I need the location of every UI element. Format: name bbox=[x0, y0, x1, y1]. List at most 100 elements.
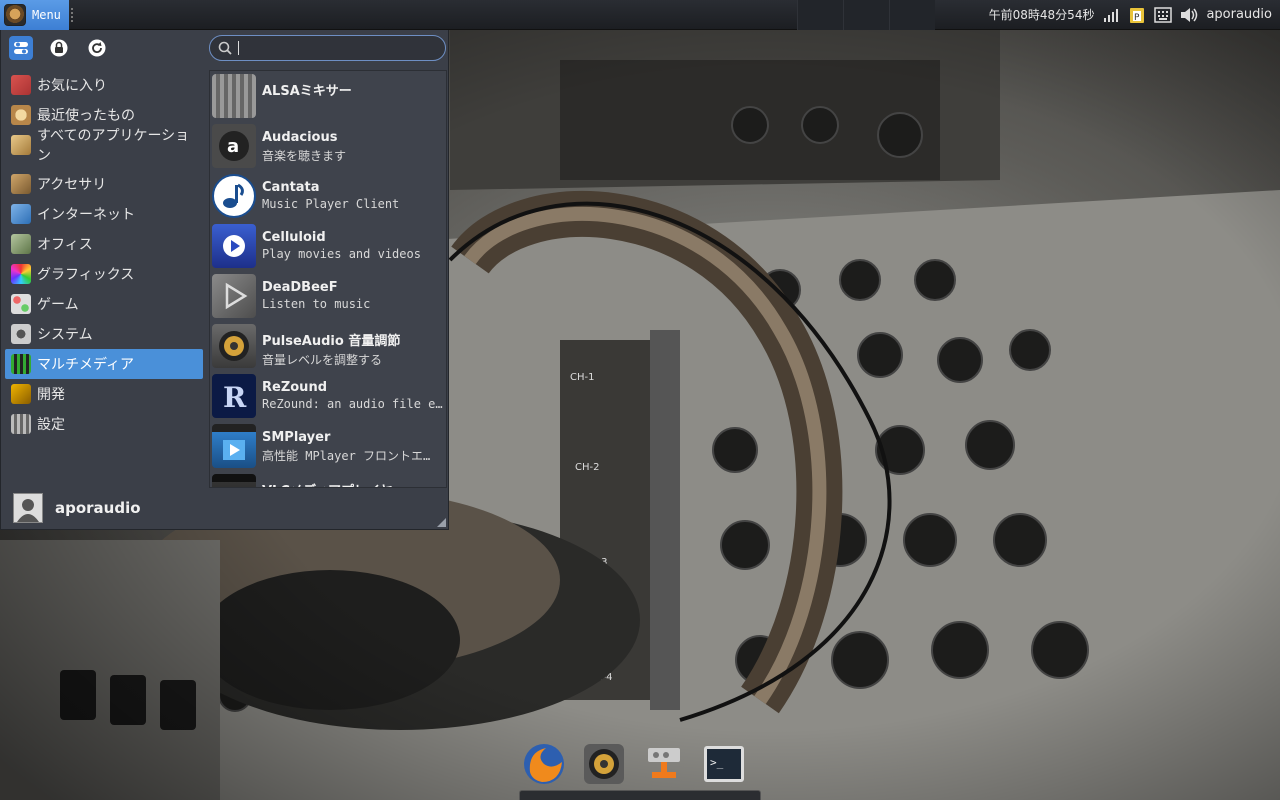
firefox-icon bbox=[524, 744, 564, 784]
speaker-icon bbox=[584, 744, 624, 784]
taskbar-slot[interactable] bbox=[842, 0, 889, 30]
app-rezound[interactable]: R ReZound ReZound: an audio file e… bbox=[210, 371, 446, 421]
svg-text:a: a bbox=[227, 136, 239, 157]
dock-firefox[interactable] bbox=[522, 742, 566, 786]
network-icon bbox=[648, 748, 680, 778]
system-tray: 午前08時48分54秒 P aporaudio bbox=[989, 0, 1280, 30]
clock[interactable]: 午前08時48分54秒 bbox=[989, 6, 1095, 23]
category-label: ゲーム bbox=[37, 297, 79, 313]
app-alsa-mixer[interactable]: ALSAミキサー bbox=[210, 71, 446, 121]
app-smplayer[interactable]: SMPlayer 高性能 MPlayer フロントエ… bbox=[210, 421, 446, 471]
menu-button-label: Menu bbox=[32, 7, 61, 22]
category-label: すべてのアプリケーション bbox=[37, 128, 190, 164]
smplayer-icon bbox=[212, 424, 256, 468]
app-description: 高性能 MPlayer フロントエ… bbox=[262, 449, 431, 463]
app-cantata[interactable]: Cantata Music Player Client bbox=[210, 171, 446, 221]
volume-icon[interactable] bbox=[1180, 6, 1198, 24]
development-icon bbox=[11, 384, 31, 404]
category-label: オフィス bbox=[37, 237, 93, 253]
resize-grip[interactable] bbox=[437, 518, 446, 527]
app-deadbeef[interactable]: DeaDBeeF Listen to music bbox=[210, 271, 446, 321]
dock-terminal[interactable]: >_ bbox=[702, 742, 746, 786]
lock-button[interactable] bbox=[47, 36, 71, 60]
audacious-icon: a bbox=[212, 124, 256, 168]
app-audacious[interactable]: a Audacious 音楽を聴きます bbox=[210, 121, 446, 171]
category-accessories[interactable]: アクセサリ bbox=[5, 169, 203, 199]
cantata-icon bbox=[212, 174, 256, 218]
category-multimedia[interactable]: マルチメディア bbox=[5, 349, 203, 379]
category-system[interactable]: システム bbox=[5, 319, 203, 349]
clipboard-icon[interactable]: P bbox=[1128, 6, 1146, 24]
category-label: 開発 bbox=[37, 387, 65, 403]
app-description: 音楽を聴きます bbox=[262, 149, 347, 163]
app-name: ALSAミキサー bbox=[262, 84, 352, 99]
office-icon bbox=[11, 234, 31, 254]
accessories-icon bbox=[11, 174, 31, 194]
internet-icon bbox=[11, 204, 31, 224]
search-input[interactable] bbox=[245, 40, 435, 56]
lock-icon bbox=[50, 39, 68, 57]
refresh-icon bbox=[88, 39, 106, 57]
category-label: グラフィックス bbox=[37, 267, 135, 283]
user-icon bbox=[17, 499, 39, 522]
dock: >_ bbox=[522, 742, 746, 786]
games-icon bbox=[11, 294, 31, 314]
category-label: お気に入り bbox=[37, 78, 107, 94]
app-name: Cantata bbox=[262, 180, 320, 195]
toggle-icon bbox=[14, 42, 28, 54]
avatar[interactable] bbox=[13, 493, 43, 523]
category-list: お気に入り 最近使ったもの すべてのアプリケーション アクセサリ インターネット… bbox=[5, 70, 203, 439]
app-name: ReZound bbox=[262, 380, 327, 395]
system-icon bbox=[11, 324, 31, 344]
menu-button[interactable]: Menu bbox=[0, 0, 69, 30]
terminal-icon: >_ bbox=[704, 746, 744, 782]
application-list: ALSAミキサー a Audacious 音楽を聴きます Cantata Music… bbox=[209, 70, 447, 488]
svg-text:>_: >_ bbox=[710, 756, 724, 769]
svg-text:P: P bbox=[1134, 13, 1140, 23]
app-name: SMPlayer bbox=[262, 430, 331, 445]
category-label: アクセサリ bbox=[37, 177, 107, 193]
panel-username[interactable]: aporaudio bbox=[1206, 7, 1272, 22]
recent-icon bbox=[11, 105, 31, 125]
dock-network-manager[interactable] bbox=[642, 742, 686, 786]
top-panel: Menu 午前08時48分54秒 P aporaudio bbox=[0, 0, 1280, 30]
settings-toggle-button[interactable] bbox=[9, 36, 33, 60]
app-name: Celluloid bbox=[262, 230, 326, 245]
category-settings[interactable]: 設定 bbox=[5, 409, 203, 439]
search-field[interactable] bbox=[209, 35, 446, 61]
logout-button[interactable] bbox=[85, 36, 109, 60]
panel-handle[interactable] bbox=[70, 7, 77, 22]
vlc-icon bbox=[212, 474, 256, 487]
text-cursor bbox=[238, 41, 239, 55]
app-description: Listen to music bbox=[262, 297, 371, 311]
category-graphics[interactable]: グラフィックス bbox=[5, 259, 203, 289]
multimedia-icon bbox=[11, 354, 31, 374]
app-pulseaudio[interactable]: PulseAudio 音量調節 音量レベルを調整する bbox=[210, 321, 446, 371]
search-icon bbox=[218, 41, 232, 55]
footer-username[interactable]: aporaudio bbox=[55, 499, 141, 517]
category-all-apps[interactable]: すべてのアプリケーション bbox=[5, 128, 203, 164]
category-games[interactable]: ゲーム bbox=[5, 289, 203, 319]
category-internet[interactable]: インターネット bbox=[5, 199, 203, 229]
deadbeef-icon bbox=[212, 274, 256, 318]
app-name: PulseAudio 音量調節 bbox=[262, 334, 401, 349]
taskbar-slot[interactable] bbox=[796, 0, 843, 30]
svg-text:R: R bbox=[223, 381, 247, 413]
app-celluloid[interactable]: Celluloid Play movies and videos bbox=[210, 221, 446, 271]
favorites-icon bbox=[11, 75, 31, 95]
category-development[interactable]: 開発 bbox=[5, 379, 203, 409]
pulseaudio-icon bbox=[212, 324, 256, 368]
category-favorites[interactable]: お気に入り bbox=[5, 70, 203, 100]
network-signal-icon[interactable] bbox=[1102, 6, 1120, 24]
menu-footer: aporaudio bbox=[13, 493, 141, 523]
dock-audio-player[interactable] bbox=[582, 742, 626, 786]
taskbar-slot[interactable] bbox=[888, 0, 935, 30]
app-vlc[interactable]: VLCメディアプレイヤー bbox=[210, 471, 446, 487]
category-label: マルチメディア bbox=[37, 357, 135, 373]
keyboard-icon[interactable] bbox=[1154, 6, 1173, 24]
app-description: Music Player Client bbox=[262, 197, 400, 211]
alsa-mixer-icon bbox=[212, 74, 256, 118]
app-description: 音量レベルを調整する bbox=[262, 353, 383, 367]
graphics-icon bbox=[11, 264, 31, 284]
category-office[interactable]: オフィス bbox=[5, 229, 203, 259]
